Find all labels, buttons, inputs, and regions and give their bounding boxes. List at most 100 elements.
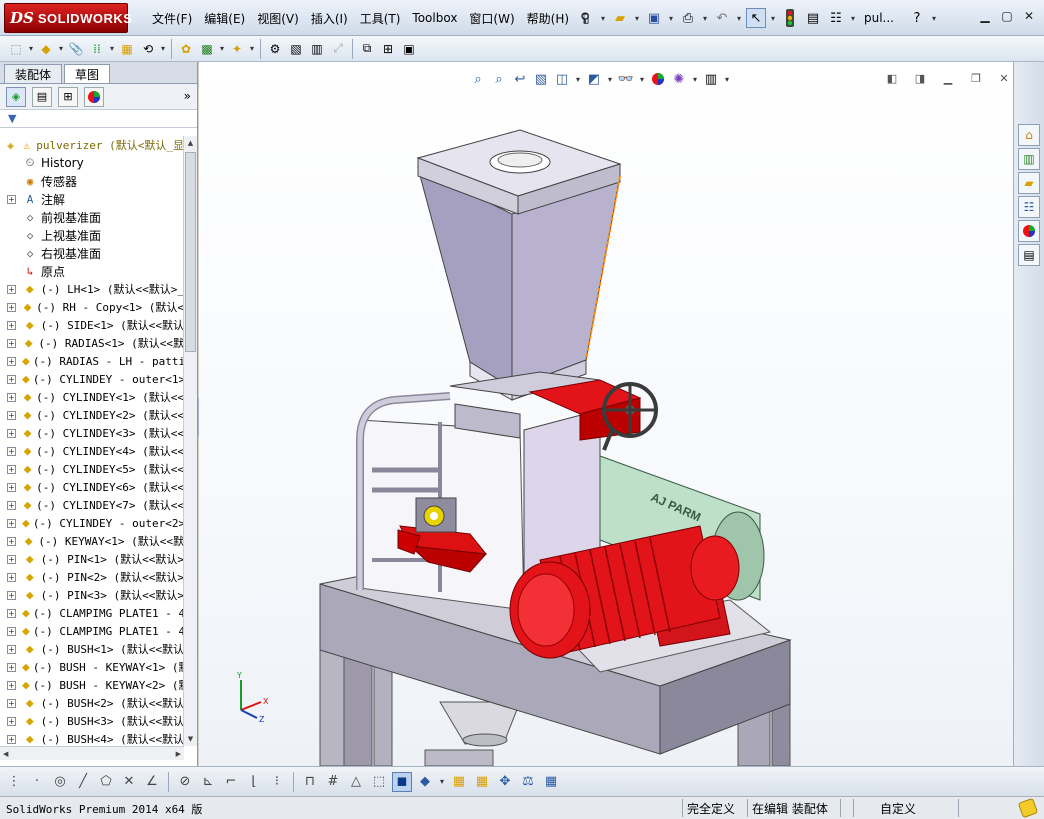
file-explorer-icon[interactable]: ▰ [1018,172,1040,194]
component-row[interactable]: + ◆ (-) CYLINDEY<3> (默认<< [0,424,184,442]
dimension-icon[interactable]: ⊓ [300,772,320,792]
expand-toggle[interactable]: + [7,698,16,708]
expand-toggle[interactable]: + [7,500,16,510]
mass-properties-icon[interactable]: ⚖ [518,772,538,792]
line-icon[interactable]: ╱ [73,772,93,792]
open-dropdown-icon[interactable]: ▾ [633,14,641,23]
component-row[interactable]: + ◆ (-) CYLINDEY - outer<2> [0,514,184,532]
component-row[interactable]: + ◆ (-) LH<1> (默认<<默认>_ [0,280,184,298]
hide-show-items-icon[interactable]: 👓 [617,69,635,89]
interference-detection-icon[interactable]: ⧉ [357,39,377,59]
component-row[interactable]: + ◆ (-) BUSH - KEYWAY<2> (默 [0,676,184,694]
component-row[interactable]: + ◆ (-) CYLINDEY<6> (默认<< [0,478,184,496]
component-row[interactable]: + ◆ (-) CYLINDEY - outer<1> [0,370,184,388]
perpendicular-arc-icon[interactable]: ⊾ [198,772,218,792]
bill-of-materials-icon[interactable]: ▥ [307,39,327,59]
select-cursor-icon[interactable]: ↖ [746,8,766,28]
display-style-dropdown-icon[interactable]: ▾ [606,75,614,84]
new-document-icon[interactable]: ▯ [576,8,596,28]
menu-tools[interactable]: 工具(T) [354,10,407,27]
expand-toggle[interactable]: + [7,716,16,726]
help-icon[interactable]: ? [907,8,927,28]
restore-icon[interactable]: ▢ [998,8,1016,24]
view-orientation-icon[interactable]: ◫ [553,69,571,89]
expand-toggle[interactable]: + [7,302,16,312]
centerline-icon[interactable]: ⌊ [244,772,264,792]
features-dropdown-icon[interactable]: ▾ [248,44,256,53]
more-tabs-chevron[interactable]: » [184,89,191,103]
options-icon[interactable]: ☷ [826,8,846,28]
menu-window[interactable]: 窗口(W) [463,10,520,27]
configuration-manager-tab-icon[interactable]: ⊞ [58,86,78,107]
hide-show-dropdown-icon[interactable]: ▾ [638,75,646,84]
viewport-close-icon[interactable]: ✕ [995,70,1013,86]
graphics-area[interactable]: AJ PARM ⌕ ⌕ ↩ ▧ ◫ ▾ ◩ ▾ 👓 ▾ ✺ ▾ ▥ ▾ ◧ ◨ … [199,62,1013,766]
expand-toggle[interactable]: + [7,392,16,402]
tangent-icon[interactable]: ⊘ [175,772,195,792]
apply-scene-icon[interactable]: ✺ [670,69,688,89]
point-icon[interactable]: · [27,772,47,792]
scroll-thumb[interactable] [185,152,196,352]
component-row[interactable]: + ◆ (-) KEYWAY<1> (默认<<默 [0,532,184,550]
expand-toggle[interactable]: + [7,644,16,654]
undo-dropdown-icon[interactable]: ▾ [735,14,743,23]
tab-sketch[interactable]: 草图 [64,64,111,83]
rebuild-icon[interactable]: ▦ [449,772,469,792]
component-row[interactable]: + ◆ (-) PIN<3> (默认<<默认> [0,586,184,604]
expand-toggle[interactable]: + [7,374,16,384]
table-icon[interactable]: ▦ [541,772,561,792]
component-row[interactable]: + ◆ (-) PIN<2> (默认<<默认> [0,568,184,586]
expand-toggle[interactable]: + [7,464,16,474]
new-dropdown-icon[interactable]: ▾ [599,14,607,23]
expand-toggle[interactable]: + [7,626,16,636]
expand-toggle[interactable]: + [7,680,16,690]
clearance-verification-icon[interactable]: ⊞ [378,39,398,59]
minimize-icon[interactable]: ▁ [976,8,994,24]
expand-toggle[interactable]: + [7,662,16,672]
component-row[interactable]: + ◆ (-) RADIAS - LH - patti [0,352,184,370]
new-part-icon[interactable]: ◆ [36,39,56,59]
view-settings-icon[interactable]: ▥ [702,69,720,89]
feature-manager-tab-icon[interactable]: ◈ [6,86,26,107]
zoom-to-area-icon[interactable]: ⌕ [490,69,508,89]
smart-fasteners-icon[interactable]: ✿ [176,39,196,59]
view-settings-dropdown-icon[interactable]: ▾ [723,75,731,84]
shaded-edges-icon[interactable]: ◆ [415,772,435,792]
design-library-icon[interactable]: ▥ [1018,148,1040,170]
component-row[interactable]: + ◆ (-) BUSH<3> (默认<<默认 [0,712,184,730]
menu-toolbox[interactable]: Toolbox [406,11,463,25]
scroll-down-arrow[interactable]: ▼ [184,732,197,746]
display-manager-tab-icon[interactable] [84,86,104,107]
viewport-split-icon[interactable]: ◧ [883,70,901,86]
move-component-icon[interactable]: ⟲ [138,39,158,59]
component-row[interactable]: + ◆ (-) CYLINDEY<7> (默认<< [0,496,184,514]
new-motion-study-icon[interactable]: ▧ [286,39,306,59]
component-row[interactable]: + ◆ (-) PIN<1> (默认<<默认> [0,550,184,568]
menu-view[interactable]: 视图(V) [251,10,305,27]
expand-toggle[interactable]: + [7,590,16,600]
component-row[interactable]: + ◆ (-) CYLINDEY<5> (默认<< [0,460,184,478]
save-dropdown-icon[interactable]: ▾ [667,14,675,23]
tree-vertical-scrollbar[interactable]: ▲ ▼ [183,136,197,746]
intersection-icon[interactable]: ✕ [119,772,139,792]
view-palette-icon[interactable]: ☷ [1018,196,1040,218]
scroll-up-arrow[interactable]: ▲ [184,136,197,150]
tree-item[interactable]: ◉ 传感器 [0,172,184,190]
expand-toggle[interactable]: + [7,518,16,528]
expand-toggle[interactable]: + [7,356,16,366]
component-row[interactable]: + ◆ (-) CLAMPIMG PLATE1 - 4 [0,604,184,622]
property-manager-tab-icon[interactable]: ▤ [32,86,52,107]
file-properties-icon[interactable]: ▤ [803,8,823,28]
expand-toggle[interactable]: + [7,446,16,456]
shaded-view-icon[interactable]: ◼ [392,771,412,792]
expand-toggle[interactable]: + [7,410,16,420]
component-row[interactable]: + ◆ (-) BUSH<4> (默认<<默认 [0,730,184,746]
edit-appearance-icon[interactable] [649,69,667,89]
component-row[interactable]: + ◆ (-) BUSH<1> (默认<<默认 [0,640,184,658]
menu-help[interactable]: 帮助(H) [521,10,575,27]
save-icon[interactable]: ▣ [644,8,664,28]
new-part-dropdown-icon[interactable]: ▾ [57,44,65,53]
zoom-to-fit-icon[interactable]: ⌕ [469,69,487,89]
angle-icon[interactable]: ∠ [142,772,162,792]
open-folder-icon[interactable]: ▰ [610,8,630,28]
